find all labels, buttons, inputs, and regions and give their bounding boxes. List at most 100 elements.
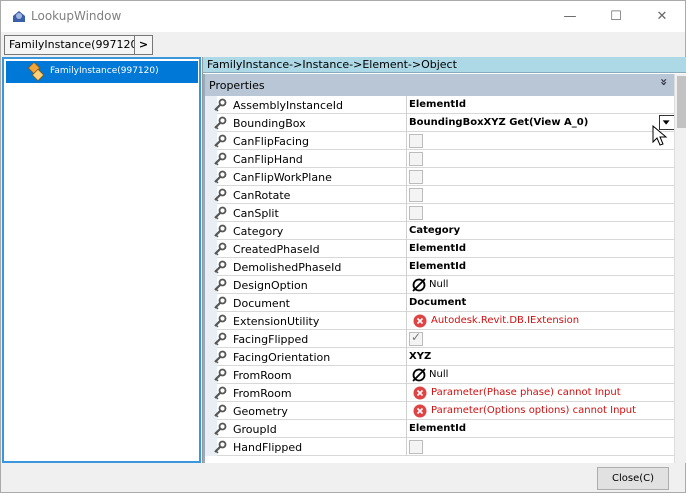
wrench-icon xyxy=(213,98,227,112)
maximize-icon: ☐ xyxy=(610,9,622,24)
property-name: DemolishedPhaseId xyxy=(233,261,342,274)
property-value-cell[interactable]: BoundingBoxXYZ Get(View A_0) xyxy=(409,114,675,132)
property-row[interactable]: Category Category xyxy=(205,222,674,240)
category-header[interactable]: Properties » xyxy=(205,74,674,96)
property-value: ElementId xyxy=(409,99,467,110)
property-row[interactable]: CanFlipHand xyxy=(205,150,674,168)
property-value-cell[interactable]: Document xyxy=(409,294,671,312)
collapse-icon[interactable]: » xyxy=(657,78,671,86)
property-value: Null xyxy=(429,369,449,380)
property-panel: FamilyInstance->Instance->Element->Objec… xyxy=(202,57,686,463)
property-value-cell[interactable]: ElementId xyxy=(409,96,671,114)
property-name: FromRoom xyxy=(233,369,292,382)
property-value-cell[interactable]: ElementId xyxy=(409,420,671,438)
property-row[interactable]: Document Document xyxy=(205,294,674,312)
property-row[interactable]: DesignOption Null xyxy=(205,276,674,294)
property-row[interactable]: FromRoom Parameter(Phase phase) cannot In… xyxy=(205,384,674,402)
property-value-cell[interactable] xyxy=(409,168,671,186)
property-error-message: Parameter(Phase phase) cannot Input xyxy=(431,387,621,398)
close-button[interactable]: Close(C) xyxy=(597,467,669,490)
breadcrumb-next-button[interactable]: > xyxy=(134,35,153,55)
property-value: Null xyxy=(429,279,449,290)
property-row[interactable]: DemolishedPhaseId ElementId xyxy=(205,258,674,276)
property-error-message: Autodesk.Revit.DB.IExtension xyxy=(431,315,580,326)
property-checkbox[interactable]: ✓ xyxy=(409,330,423,346)
property-checkbox[interactable] xyxy=(409,152,423,166)
object-tree[interactable]: FamilyInstance(997120) xyxy=(2,57,201,463)
column-separator xyxy=(406,420,407,438)
property-value-cell[interactable] xyxy=(409,186,671,204)
property-value-cell[interactable] xyxy=(409,132,671,150)
wrench-icon xyxy=(213,440,227,454)
property-name: DesignOption xyxy=(233,279,308,292)
property-row[interactable]: CanRotate xyxy=(205,186,674,204)
vertical-scrollbar[interactable] xyxy=(674,74,686,463)
property-checkbox[interactable] xyxy=(409,134,423,148)
wrench-icon xyxy=(213,386,227,400)
property-checkbox[interactable] xyxy=(409,206,423,220)
property-value-cell[interactable] xyxy=(409,204,671,222)
wrench-icon xyxy=(213,152,227,166)
property-row[interactable]: FacingOrientation XYZ xyxy=(205,348,674,366)
property-row[interactable]: GroupId ElementId xyxy=(205,420,674,438)
property-value-cell[interactable]: ✓ xyxy=(409,330,671,348)
property-row[interactable]: FacingFlipped ✓ xyxy=(205,330,674,348)
breadcrumb-item-familyinstance[interactable]: FamilyInstance(997120) xyxy=(4,35,142,55)
scrollbar-thumb[interactable] xyxy=(677,76,686,128)
property-value-cell[interactable]: ElementId xyxy=(409,258,671,276)
property-value-cell[interactable]: Autodesk.Revit.DB.IExtension xyxy=(409,312,671,330)
property-value-cell[interactable] xyxy=(409,438,671,456)
property-row[interactable]: CanFlipFacing xyxy=(205,132,674,150)
property-row[interactable]: FromRoom Null xyxy=(205,366,674,384)
property-name: CanFlipHand xyxy=(233,153,303,166)
wrench-icon xyxy=(213,350,227,364)
error-icon xyxy=(413,386,427,400)
wrench-icon xyxy=(213,116,227,130)
column-separator xyxy=(406,312,407,330)
property-name: HandFlipped xyxy=(233,441,303,454)
property-row[interactable]: CanFlipWorkPlane xyxy=(205,168,674,186)
column-separator xyxy=(406,258,407,276)
property-value-cell[interactable]: Parameter(Phase phase) cannot Input xyxy=(409,384,671,402)
property-name: CanRotate xyxy=(233,189,291,202)
property-error-message: Parameter(Options options) cannot Input xyxy=(431,405,637,416)
null-icon xyxy=(411,277,427,293)
close-icon: ✕ xyxy=(656,9,668,24)
property-row[interactable]: HandFlipped xyxy=(205,438,674,456)
property-value-cell[interactable]: Parameter(Options options) cannot Input xyxy=(409,402,671,420)
column-separator xyxy=(406,366,407,384)
tree-item-familyinstance[interactable]: FamilyInstance(997120) xyxy=(6,61,198,83)
property-value-cell[interactable]: Category xyxy=(409,222,671,240)
property-value: XYZ xyxy=(409,351,432,362)
property-value-cell[interactable]: Null xyxy=(409,276,671,294)
property-row[interactable]: AssemblyInstanceId ElementId xyxy=(205,96,674,114)
wrench-icon xyxy=(213,314,227,328)
property-name: CanSplit xyxy=(233,207,279,220)
property-row[interactable]: ExtensionUtility Autodesk.Revit.DB.IExten… xyxy=(205,312,674,330)
property-name: AssemblyInstanceId xyxy=(233,99,344,112)
property-row[interactable]: BoundingBox BoundingBoxXYZ Get(View A_0) xyxy=(205,114,675,132)
property-checkbox[interactable] xyxy=(409,188,423,202)
property-value-cell[interactable]: Null xyxy=(409,366,671,384)
wrench-icon xyxy=(213,242,227,256)
property-value: Document xyxy=(409,297,467,308)
property-row[interactable]: CreatedPhaseId ElementId xyxy=(205,240,674,258)
category-label: Properties xyxy=(209,79,265,92)
property-name: Document xyxy=(233,297,290,310)
property-name: CreatedPhaseId xyxy=(233,243,320,256)
app-icon xyxy=(13,11,25,22)
column-separator xyxy=(406,186,407,204)
property-checkbox[interactable] xyxy=(409,440,423,454)
property-checkbox[interactable] xyxy=(409,170,423,184)
property-row[interactable]: Geometry Parameter(Options options) canno… xyxy=(205,402,674,420)
title-bar[interactable]: LookupWindow — ☐ ✕ xyxy=(1,1,685,32)
property-value-cell[interactable]: ElementId xyxy=(409,240,671,258)
property-value-cell[interactable]: XYZ xyxy=(409,348,671,366)
maximize-button[interactable]: ☐ xyxy=(593,1,639,32)
minimize-button[interactable]: — xyxy=(547,1,593,32)
wrench-icon xyxy=(213,278,227,292)
property-value-cell[interactable] xyxy=(409,150,671,168)
close-window-button[interactable]: ✕ xyxy=(639,1,685,32)
property-row[interactable]: CanSplit xyxy=(205,204,674,222)
wrench-icon xyxy=(213,404,227,418)
